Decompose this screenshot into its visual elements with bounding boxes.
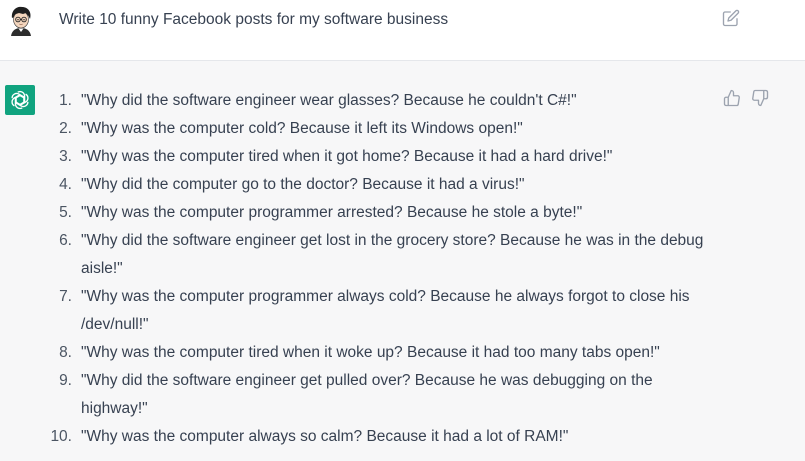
list-item: 7. "Why was the computer programmer alway… — [40, 283, 720, 339]
assistant-message-row: 1. "Why did the software engineer wear gl… — [0, 61, 805, 461]
list-item-text: "Why did the software engineer wear glas… — [81, 92, 577, 109]
list-item-number: 5. — [59, 204, 72, 221]
list-item-number: 10. — [50, 428, 72, 445]
list-item: 8. "Why was the computer tired when it wo… — [40, 339, 720, 367]
list-item-text: "Why was the computer tired when it got … — [81, 148, 613, 165]
list-item-text: "Why was the computer tired when it woke… — [81, 344, 660, 361]
list-item-number: 2. — [59, 120, 72, 137]
thumbs-down-icon[interactable] — [751, 89, 769, 107]
list-item: 1. "Why did the software engineer wear gl… — [40, 87, 720, 115]
list-item: 6. "Why did the software engineer get los… — [40, 227, 720, 283]
thumbs-up-icon[interactable] — [723, 89, 741, 107]
openai-logo-icon — [5, 85, 35, 115]
list-item-text: "Why was the computer programmer always … — [81, 288, 690, 333]
list-item-text: "Why was the computer always so calm? Be… — [81, 428, 569, 445]
list-item-text: "Why did the software engineer get lost … — [81, 232, 704, 277]
user-avatar-icon — [5, 4, 37, 36]
edit-icon[interactable] — [722, 9, 740, 27]
list-item: 3. "Why was the computer tired when it go… — [40, 143, 720, 171]
list-item-text: "Why was the computer programmer arreste… — [81, 204, 583, 221]
list-item-number: 1. — [59, 92, 72, 109]
list-item-number: 8. — [59, 344, 72, 361]
list-item-text: "Why did the software engineer get pulle… — [81, 372, 653, 417]
list-item: 5. "Why was the computer programmer arres… — [40, 199, 720, 227]
user-message-row: Write 10 funny Facebook posts for my sof… — [0, 0, 805, 61]
list-item-text: "Why did the computer go to the doctor? … — [81, 176, 525, 193]
user-prompt-text: Write 10 funny Facebook posts for my sof… — [59, 11, 449, 28]
joke-list: 1. "Why did the software engineer wear gl… — [40, 87, 720, 451]
list-item-text: "Why was the computer cold? Because it l… — [81, 120, 523, 137]
list-item: 4. "Why did the computer go to the doctor… — [40, 171, 720, 199]
list-item: 2. "Why was the computer cold? Because it… — [40, 115, 720, 143]
list-item-number: 4. — [59, 176, 72, 193]
list-item: 10. "Why was the computer always so calm?… — [40, 423, 720, 451]
list-item: 9. "Why did the software engineer get pul… — [40, 367, 720, 423]
list-item-number: 3. — [59, 148, 72, 165]
list-item-number: 7. — [59, 288, 72, 305]
list-item-number: 9. — [59, 372, 72, 389]
list-item-number: 6. — [59, 232, 72, 249]
